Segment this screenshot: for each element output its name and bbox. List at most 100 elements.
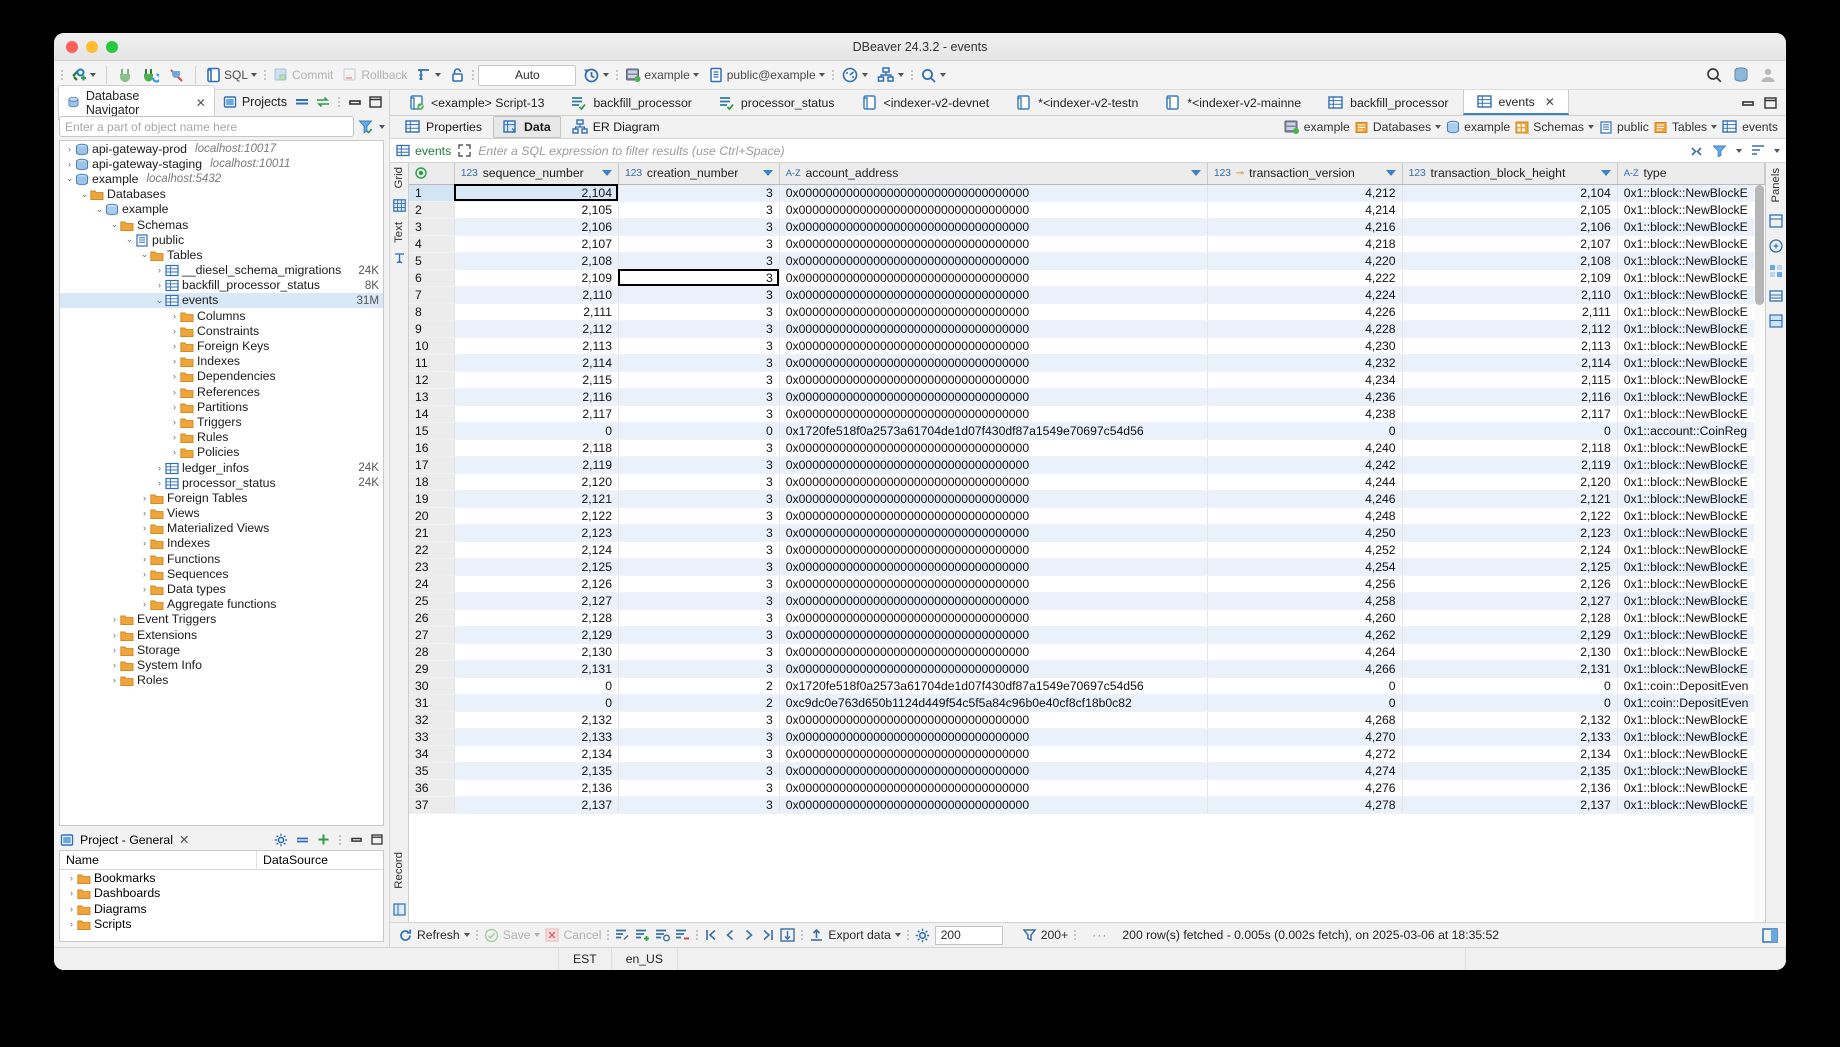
cell-transaction_block_height[interactable]: 2,115 xyxy=(1402,371,1618,389)
calc-panel-icon[interactable] xyxy=(1769,238,1783,253)
cell-account_address[interactable]: 0x0000000000000000000000000000000000 xyxy=(779,524,1208,542)
disconnect-button[interactable] xyxy=(165,66,188,85)
cell-creation_number[interactable]: 3 xyxy=(618,456,780,474)
cell-creation_number[interactable]: 3 xyxy=(618,779,780,797)
cell-account_address[interactable]: 0x0000000000000000000000000000000000 xyxy=(779,745,1208,763)
tree-item-foreign-tables[interactable]: › Foreign Tables xyxy=(60,490,383,505)
cell-creation_number[interactable]: 3 xyxy=(618,439,780,457)
table-row[interactable]: 14 2,117 3 0x000000000000000000000000000000… xyxy=(409,405,1765,423)
table-row[interactable]: 31 0 2 0xc9dc0e763d650b1124d449f54c5f5a84c9… xyxy=(409,694,1765,712)
maximize-panel-icon[interactable] xyxy=(369,96,382,108)
edit-row-button[interactable] xyxy=(615,928,630,942)
transaction-mode-display[interactable]: Auto xyxy=(478,64,577,86)
cell-creation_number[interactable]: 0 xyxy=(618,422,780,440)
cell-account_address[interactable]: 0x0000000000000000000000000000000000 xyxy=(779,609,1208,627)
table-row[interactable]: 20 2,122 3 0x000000000000000000000000000000… xyxy=(409,507,1765,525)
cell-sequence_number[interactable]: 2,134 xyxy=(454,745,619,763)
fetch-all-button[interactable] xyxy=(780,928,796,942)
references-panel-icon[interactable] xyxy=(1769,313,1783,328)
tab-data[interactable]: Data xyxy=(493,116,561,138)
cell-transaction_version[interactable]: 4,248 xyxy=(1207,507,1403,525)
cell-sequence_number[interactable]: 2,135 xyxy=(454,762,619,780)
close-icon[interactable]: ✕ xyxy=(196,96,206,110)
cell-account_address[interactable]: 0x0000000000000000000000000000000000 xyxy=(779,371,1208,389)
cell-transaction_block_height[interactable]: 2,119 xyxy=(1402,456,1618,474)
cell-transaction_version[interactable]: 4,246 xyxy=(1207,490,1403,508)
cell-creation_number[interactable]: 3 xyxy=(618,388,780,406)
cell-sequence_number[interactable]: 2,128 xyxy=(454,609,619,627)
tree-item-events[interactable]: ⌄ events 31M xyxy=(60,292,383,309)
cell-sequence_number[interactable]: 2,104 xyxy=(454,184,619,202)
cell-transaction_version[interactable]: 4,234 xyxy=(1207,371,1403,389)
table-row[interactable]: 2 2,105 3 0x0000000000000000000000000000000… xyxy=(409,201,1765,219)
cell-transaction_version[interactable]: 0 xyxy=(1207,677,1403,695)
project-view-menu-icon[interactable] xyxy=(338,831,342,849)
maximize-editor-icon[interactable] xyxy=(1764,96,1777,109)
cell-creation_number[interactable]: 3 xyxy=(618,218,780,236)
chevron-down-icon[interactable] xyxy=(861,73,868,77)
chevron-down-icon[interactable]: ⌄ xyxy=(109,219,120,230)
table-row[interactable]: 7 2,110 3 0x0000000000000000000000000000000… xyxy=(409,286,1765,304)
cell-account_address[interactable]: 0x0000000000000000000000000000000000 xyxy=(779,354,1208,372)
row-number[interactable]: 29 xyxy=(409,660,455,678)
cell-transaction_version[interactable]: 4,222 xyxy=(1207,269,1403,287)
cell-sequence_number[interactable]: 2,123 xyxy=(454,524,619,542)
query-history-button[interactable] xyxy=(579,65,612,85)
table-row[interactable]: 19 2,121 3 0x000000000000000000000000000000… xyxy=(409,490,1765,508)
project-column-datasource[interactable]: DataSource xyxy=(257,851,334,869)
table-row[interactable]: 37 2,137 3 0x000000000000000000000000000000… xyxy=(409,796,1765,814)
cell-transaction_version[interactable]: 4,276 xyxy=(1207,779,1403,797)
chevron-right-icon[interactable]: › xyxy=(169,356,180,366)
cell-sequence_number[interactable]: 2,105 xyxy=(454,201,619,219)
cell-transaction_version[interactable]: 4,268 xyxy=(1207,711,1403,729)
cell-type[interactable]: 0x1::block::NewBlockE xyxy=(1617,541,1765,559)
tree-item-indexes[interactable]: › Indexes xyxy=(60,536,383,551)
tree-item-event-triggers[interactable]: › Event Triggers xyxy=(60,612,383,627)
cell-transaction_block_height[interactable]: 2,104 xyxy=(1402,184,1618,202)
cell-sequence_number[interactable]: 2,115 xyxy=(454,371,619,389)
cell-sequence_number[interactable]: 2,133 xyxy=(454,728,619,746)
sql-editor-button[interactable]: SQL xyxy=(203,66,260,84)
cell-transaction_version[interactable]: 4,272 xyxy=(1207,745,1403,763)
tree-item-indexes[interactable]: › Indexes xyxy=(60,354,383,369)
grid-vertical-scrollbar[interactable] xyxy=(1754,185,1765,922)
cell-transaction_block_height[interactable]: 2,108 xyxy=(1402,252,1618,270)
cell-sequence_number[interactable]: 2,121 xyxy=(454,490,619,508)
cell-transaction_block_height[interactable]: 2,130 xyxy=(1402,643,1618,661)
cell-account_address[interactable]: 0x0000000000000000000000000000000000 xyxy=(779,575,1208,593)
search-button[interactable] xyxy=(917,66,949,85)
cell-type[interactable]: 0x1::account::CoinReg xyxy=(1617,422,1765,440)
cell-creation_number[interactable]: 2 xyxy=(618,677,780,695)
cell-sequence_number[interactable]: 2,111 xyxy=(454,303,619,321)
row-number[interactable]: 25 xyxy=(409,592,455,610)
cell-type[interactable]: 0x1::block::NewBlockE xyxy=(1617,728,1765,746)
table-row[interactable]: 4 2,107 3 0x0000000000000000000000000000000… xyxy=(409,235,1765,253)
row-number[interactable]: 1 xyxy=(409,184,455,202)
chevron-down-icon[interactable] xyxy=(692,73,699,77)
chevron-down-icon[interactable] xyxy=(603,73,610,77)
tree-item-storage[interactable]: › Storage xyxy=(60,642,383,657)
cell-type[interactable]: 0x1::block::NewBlockE xyxy=(1617,626,1765,644)
tree-item-triggers[interactable]: › Triggers xyxy=(60,414,383,429)
tree-item-ledger-infos[interactable]: › ledger_infos 24K xyxy=(60,460,383,475)
cell-sequence_number[interactable]: 2,122 xyxy=(454,507,619,525)
cell-transaction_block_height[interactable]: 2,116 xyxy=(1402,388,1618,406)
chevron-down-icon[interactable] xyxy=(1774,148,1780,153)
cell-creation_number[interactable]: 3 xyxy=(618,711,780,729)
breadcrumb-example[interactable]: example xyxy=(1284,119,1350,135)
chevron-right-icon[interactable]: › xyxy=(66,919,77,929)
cell-type[interactable]: 0x1::block::NewBlockE xyxy=(1617,660,1765,678)
row-number[interactable]: 22 xyxy=(409,541,455,559)
row-number[interactable]: 24 xyxy=(409,575,455,593)
cell-transaction_block_height[interactable]: 0 xyxy=(1402,422,1618,440)
cell-account_address[interactable]: 0x0000000000000000000000000000000000 xyxy=(779,541,1208,559)
tree-item-constraints[interactable]: › Constraints xyxy=(60,323,383,338)
row-number-header[interactable] xyxy=(409,163,455,185)
table-row[interactable]: 24 2,126 3 0x000000000000000000000000000000… xyxy=(409,575,1765,593)
cell-transaction_block_height[interactable]: 2,135 xyxy=(1402,762,1618,780)
cell-transaction_block_height[interactable]: 2,133 xyxy=(1402,728,1618,746)
cell-transaction_version[interactable]: 0 xyxy=(1207,422,1403,440)
cell-account_address[interactable]: 0x0000000000000000000000000000000000 xyxy=(779,558,1208,576)
cell-type[interactable]: 0x1::block::NewBlockE xyxy=(1617,269,1765,287)
grid-presentation-icon[interactable] xyxy=(392,198,406,212)
